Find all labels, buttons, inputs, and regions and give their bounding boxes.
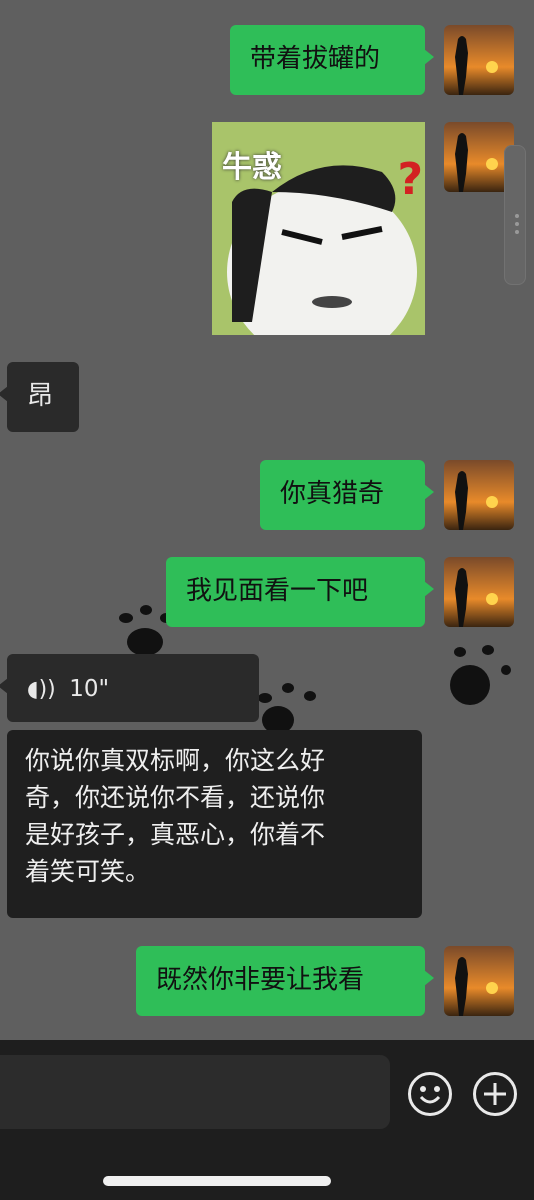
my-avatar[interactable]: [444, 460, 514, 530]
message-text: 带着拔罐的: [250, 44, 381, 74]
voice-transcription[interactable]: 你说你真双标啊，你这么好 奇，你还说你不看，还说你 是好孩子，真恶心，你着不 着…: [7, 730, 422, 918]
transcription-line: 奇，你还说你不看，还说你: [25, 783, 326, 812]
voice-message[interactable]: ◖)) 10": [0, 654, 259, 722]
message-text: 昂: [27, 381, 54, 411]
plus-icon[interactable]: [473, 1072, 517, 1116]
message-bubble-received[interactable]: 昂: [0, 362, 79, 432]
transcription-line: 是好孩子，真恶心，你着不: [25, 820, 326, 849]
message-input[interactable]: [0, 1055, 390, 1129]
emoji-icon[interactable]: [408, 1072, 452, 1116]
question-mark-icon: ?: [397, 154, 423, 205]
my-avatar[interactable]: [444, 25, 514, 95]
transcription-line: 你说你真双标啊，你这么好: [25, 746, 326, 775]
sticker-image[interactable]: 牛惑 ?: [212, 122, 425, 335]
message-text: 我见面看一下吧: [186, 576, 369, 606]
message-bubble-sent[interactable]: 带着拔罐的: [230, 25, 434, 95]
message-bubble-sent[interactable]: 你真猎奇: [260, 460, 434, 530]
home-indicator[interactable]: [103, 1176, 331, 1186]
voice-wave-icon: ◖)): [27, 677, 56, 702]
chat-area: 带着拔罐的 牛惑 ? 昂 你真猎奇 我见面看一下吧 ◖)) 10" 你说你真双标…: [0, 0, 534, 1040]
sticker-caption: 牛惑: [222, 150, 282, 185]
message-bubble-sent[interactable]: 我见面看一下吧: [166, 557, 434, 627]
voice-duration: 10": [69, 676, 110, 702]
message-text: 既然你非要让我看: [156, 965, 365, 995]
paw-print-decoration: [450, 645, 511, 705]
message-bubble-sent[interactable]: 既然你非要让我看: [136, 946, 434, 1016]
my-avatar[interactable]: [444, 557, 514, 627]
message-text: 你真猎奇: [280, 479, 385, 509]
scroll-grip-icon: [515, 214, 519, 238]
my-avatar[interactable]: [444, 946, 514, 1016]
transcription-line: 着笑可笑。: [25, 857, 151, 886]
